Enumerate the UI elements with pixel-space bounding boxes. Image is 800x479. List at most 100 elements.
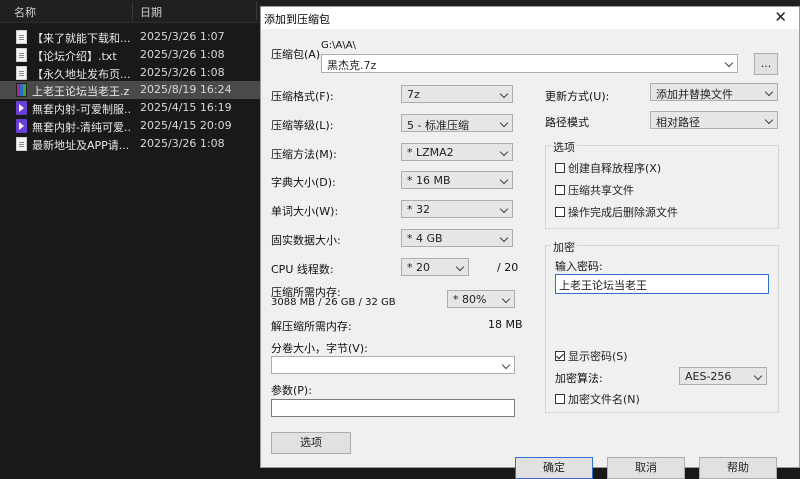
checkbox-box[interactable] — [555, 394, 565, 404]
file-row[interactable]: 【论坛介绍】.txt 2025/3/26 1:08 — [0, 46, 262, 64]
ok-button[interactable]: 确定 — [515, 457, 593, 479]
chevron-down-icon — [499, 147, 509, 157]
column-separator[interactable] — [256, 2, 257, 20]
document-icon — [16, 66, 27, 80]
encryption-method-value: AES-256 — [685, 370, 732, 383]
browse-button[interactable]: ... — [754, 53, 778, 75]
close-icon[interactable]: ✕ — [774, 8, 787, 26]
file-date: 2025/4/15 20:09 — [140, 119, 232, 132]
sfx-label: 创建自释放程序(X) — [568, 162, 662, 175]
checkbox-checked[interactable] — [555, 351, 565, 361]
format-label: 压缩格式(F): — [271, 90, 334, 103]
archive-icon — [16, 83, 27, 97]
cpu-value: * 20 — [407, 261, 430, 274]
file-row[interactable]: 無套内射-清纯可爱... 2025/4/15 20:09 — [0, 117, 262, 135]
column-name[interactable]: 名称 — [14, 4, 36, 20]
column-date[interactable]: 日期 — [140, 4, 162, 20]
chevron-down-icon — [753, 371, 763, 381]
chevron-down-icon — [499, 204, 509, 214]
file-name: 【论坛介绍】.txt — [32, 50, 117, 63]
chevron-down-icon — [764, 87, 774, 97]
path-mode-select[interactable]: 相对路径 — [650, 111, 778, 129]
format-select[interactable]: 7z — [401, 85, 513, 103]
encrypt-names-label: 加密文件名(N) — [568, 393, 640, 406]
file-date: 2025/3/26 1:08 — [140, 48, 225, 61]
video-icon — [16, 101, 27, 115]
options-group-title: 选项 — [551, 139, 577, 155]
encryption-method-label: 加密算法: — [555, 372, 603, 385]
archive-label: 压缩包(A) — [271, 48, 321, 61]
chevron-down-icon — [455, 262, 465, 272]
chevron-down-icon — [501, 360, 511, 370]
file-date: 2025/3/26 1:08 — [140, 66, 225, 79]
method-label: 压缩方法(M): — [271, 148, 337, 161]
chevron-down-icon — [764, 115, 774, 125]
file-date: 2025/3/26 1:07 — [140, 30, 225, 43]
checkbox-box[interactable] — [555, 163, 565, 173]
chevron-down-icon — [499, 233, 509, 243]
dict-value: * 16 MB — [407, 174, 451, 187]
update-value: 添加并替换文件 — [656, 88, 733, 101]
file-name: 【永久地址发布页... — [32, 68, 130, 81]
word-label: 单词大小(W): — [271, 205, 339, 218]
params-input[interactable] — [271, 399, 515, 417]
decomp-label: 解压缩所需内存: — [271, 320, 352, 333]
mem-percent-select[interactable]: * 80% — [447, 290, 515, 308]
archive-name-combo[interactable]: 黑杰克.7z — [321, 54, 738, 73]
word-select[interactable]: * 32 — [401, 200, 513, 218]
dict-select[interactable]: * 16 MB — [401, 171, 513, 189]
file-row[interactable]: 無套内射-可爱制服... 2025/4/15 16:19 — [0, 99, 262, 117]
column-separator[interactable] — [132, 2, 133, 20]
level-label: 压缩等级(L): — [271, 119, 334, 132]
show-password-checkbox[interactable]: 显示密码(S) — [555, 348, 628, 364]
mem-value: 3088 MB / 26 GB / 32 GB — [271, 297, 396, 308]
shared-files-checkbox[interactable]: 压缩共享文件 — [555, 182, 634, 198]
params-label: 参数(P): — [271, 384, 312, 397]
file-date: 2025/3/26 1:08 — [140, 137, 225, 150]
dict-label: 字典大小(D): — [271, 176, 336, 189]
sfx-checkbox[interactable]: 创建自释放程序(X) — [555, 160, 661, 176]
encryption-method-select[interactable]: AES-256 — [679, 367, 767, 385]
file-name: 上老王论坛当老王.z... — [32, 85, 130, 98]
level-value: 5 - 标准压缩 — [407, 119, 469, 132]
cpu-select[interactable]: * 20 — [401, 258, 469, 276]
encryption-group-title: 加密 — [551, 239, 577, 255]
update-select[interactable]: 添加并替换文件 — [650, 83, 778, 101]
delete-after-checkbox[interactable]: 操作完成后删除源文件 — [555, 204, 678, 220]
encrypt-names-checkbox[interactable]: 加密文件名(N) — [555, 391, 640, 407]
file-date: 2025/8/19 16:24 — [140, 83, 232, 96]
file-row[interactable]: 【永久地址发布页... 2025/3/26 1:08 — [0, 64, 262, 82]
chevron-down-icon — [724, 58, 734, 68]
document-icon — [16, 30, 27, 44]
file-row-selected[interactable]: 上老王论坛当老王.z... 2025/8/19 16:24 — [0, 81, 262, 99]
password-label: 输入密码: — [555, 260, 603, 273]
volume-combo[interactable] — [271, 356, 515, 374]
update-label: 更新方式(U): — [545, 90, 610, 103]
archive-path: G:\A\A\ — [321, 40, 356, 51]
options-button[interactable]: 选项 — [271, 432, 351, 454]
file-row[interactable]: 【来了就能下载和... 2025/3/26 1:07 — [0, 28, 262, 46]
solid-select[interactable]: * 4 GB — [401, 229, 513, 247]
cpu-label: CPU 线程数: — [271, 263, 334, 276]
dialog-titlebar[interactable]: 添加到压缩包 ✕ — [261, 7, 799, 29]
word-value: * 32 — [407, 203, 430, 216]
add-to-archive-dialog: 添加到压缩包 ✕ 压缩包(A) G:\A\A\ 黑杰克.7z ... 压缩格式(… — [260, 6, 800, 479]
decomp-value: 18 MB — [488, 318, 523, 331]
password-input[interactable]: 上老王论坛当老王 — [555, 274, 769, 294]
level-select[interactable]: 5 - 标准压缩 — [401, 114, 513, 132]
format-value: 7z — [407, 88, 420, 101]
document-icon — [16, 48, 27, 62]
file-row[interactable]: 最新地址及APP请... 2025/3/26 1:08 — [0, 135, 262, 153]
file-name: 最新地址及APP请... — [32, 139, 130, 152]
show-password-label: 显示密码(S) — [568, 350, 628, 363]
cancel-button[interactable]: 取消 — [607, 457, 685, 479]
checkbox-box[interactable] — [555, 207, 565, 217]
path-mode-label: 路径模式 — [545, 116, 589, 129]
method-select[interactable]: * LZMA2 — [401, 143, 513, 161]
file-name: 【来了就能下载和... — [32, 32, 130, 45]
checkbox-box[interactable] — [555, 185, 565, 195]
delete-after-label: 操作完成后删除源文件 — [568, 206, 678, 219]
help-button[interactable]: 帮助 — [699, 457, 777, 479]
volume-label: 分卷大小，字节(V): — [271, 342, 368, 355]
chevron-down-icon — [499, 89, 509, 99]
